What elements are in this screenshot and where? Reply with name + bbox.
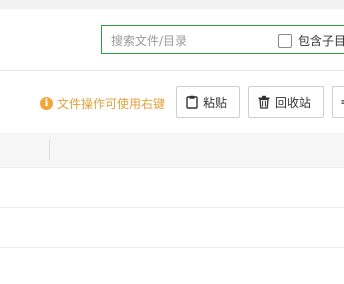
include-subdirs-checkbox[interactable]	[278, 34, 292, 48]
file-table-header	[0, 133, 344, 167]
recycle-bin-button[interactable]: 回收站	[248, 86, 324, 118]
clipboard-icon	[186, 95, 198, 109]
search-input[interactable]: 搜索文件/目录 包含子目	[101, 25, 344, 54]
toolbar-divider	[0, 70, 344, 71]
table-row-divider	[0, 207, 344, 208]
table-row-divider	[0, 167, 344, 168]
trash-icon	[258, 95, 270, 109]
context-menu-tip: i 文件操作可使用右键	[40, 95, 165, 111]
paste-button[interactable]: 粘贴	[176, 86, 240, 118]
paste-label: 粘贴	[203, 95, 228, 110]
more-button[interactable]	[332, 86, 344, 118]
table-row-divider	[0, 247, 344, 248]
tip-text: 文件操作可使用右键	[57, 96, 166, 111]
include-subdirs-label: 包含子目	[298, 34, 344, 48]
recycle-label: 回收站	[275, 95, 312, 110]
top-strip	[0, 0, 344, 9]
column-separator[interactable]	[49, 140, 50, 160]
info-icon: i	[40, 96, 53, 110]
search-placeholder: 搜索文件/目录	[111, 34, 188, 48]
